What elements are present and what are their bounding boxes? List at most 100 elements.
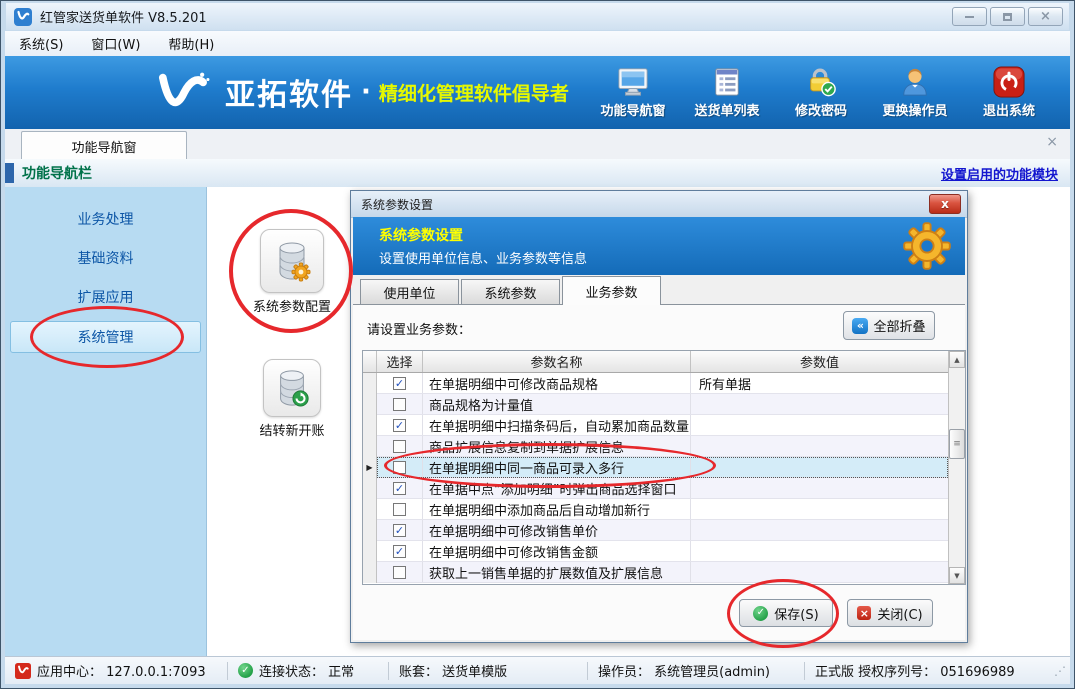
close-button[interactable]: × — [1028, 7, 1063, 26]
param-name: 在单据明细中同一商品可录入多行 — [423, 457, 691, 477]
check-icon: ✓ — [753, 606, 768, 621]
sidebar-item-extension[interactable]: 扩展应用 — [11, 282, 200, 312]
toolbar-exit-system[interactable]: 退出系统 — [962, 64, 1056, 119]
gear-icon — [903, 222, 951, 270]
shortcut-system-params[interactable]: 系统参数配置 — [237, 229, 347, 315]
menu-help[interactable]: 帮助(H) — [154, 34, 228, 53]
row-pointer-icon: ▶ — [363, 457, 377, 478]
toolbar-nav-window[interactable]: 功能导航窗 — [586, 64, 680, 119]
tab-company-info[interactable]: 使用单位 — [360, 279, 459, 305]
database-gear-icon — [272, 239, 312, 283]
collapse-icon: « — [852, 318, 868, 334]
maximize-button[interactable] — [990, 7, 1025, 26]
app-logo-icon — [14, 8, 32, 26]
param-value — [691, 394, 948, 414]
checkbox-checked[interactable]: ✓ — [393, 482, 406, 495]
param-value — [691, 562, 948, 582]
menu-bar: 系统(S) 窗口(W) 帮助(H) — [5, 31, 1070, 57]
status-connection: ✓ 连接状态： 正常 — [228, 662, 389, 680]
status-app-center: 应用中心： 127.0.0.1:7093 — [5, 662, 228, 680]
checkbox-unchecked[interactable] — [393, 503, 406, 516]
minimize-button[interactable] — [952, 7, 987, 26]
param-value — [691, 541, 948, 561]
checkbox-unchecked[interactable] — [393, 398, 406, 411]
dialog-tabs: 使用单位 系统参数 业务参数 — [360, 277, 663, 305]
dialog-title: 系统参数设置 — [361, 196, 433, 213]
params-table: 选择 参数名称 参数值 ✓在单据明细中可修改商品规格所有单据商品规格为计量值✓在… — [362, 350, 966, 585]
resize-grip-icon[interactable]: ⋰ — [1054, 664, 1066, 678]
row-selector-cell — [363, 394, 377, 415]
shortcut-carry-forward[interactable]: 结转新开账 — [237, 359, 347, 439]
param-row[interactable]: ✓在单据明细中扫描条码后，自动累加商品数量 — [363, 415, 948, 436]
power-icon — [993, 64, 1025, 98]
checkbox-unchecked[interactable] — [393, 461, 406, 474]
col-header-select: 选择 — [377, 351, 423, 372]
row-selector-cell — [363, 478, 377, 499]
operator-icon — [900, 64, 930, 98]
sidebar-item-system-management[interactable]: 系统管理 — [10, 321, 201, 353]
banner-title: 系统参数设置 — [379, 225, 463, 245]
app-center-icon — [15, 663, 31, 679]
row-selector-cell — [363, 562, 377, 583]
param-name: 在单据中点“添加明细”时弹出商品选择窗口 — [423, 478, 691, 498]
checkbox-checked[interactable]: ✓ — [393, 545, 406, 558]
checkbox-checked[interactable]: ✓ — [393, 524, 406, 537]
list-icon — [712, 64, 742, 98]
param-row[interactable]: ✓在单据明细中可修改商品规格所有单据 — [363, 373, 948, 394]
row-selector-cell — [363, 415, 377, 436]
checkbox-checked[interactable]: ✓ — [393, 377, 406, 390]
banner-subtitle: 设置使用单位信息、业务参数等信息 — [379, 248, 587, 267]
scrollbar-thumb[interactable]: ≡ — [949, 429, 965, 459]
param-row[interactable]: 获取上一销售单据的扩展数值及扩展信息 — [363, 562, 948, 583]
grip-icon: ≡ — [953, 439, 961, 449]
row-selector-cell — [363, 436, 377, 457]
close-x-icon: × — [857, 606, 871, 620]
dialog-banner: 系统参数设置 设置使用单位信息、业务参数等信息 — [353, 217, 965, 275]
tabstrip-close-icon[interactable]: × — [1046, 135, 1058, 149]
param-row[interactable]: ✓在单据明细中可修改销售单价 — [363, 520, 948, 541]
dialog-titlebar: 系统参数设置 x — [351, 191, 967, 218]
menu-window[interactable]: 窗口(W) — [77, 34, 154, 53]
save-button[interactable]: ✓ 保存(S) — [739, 599, 833, 627]
module-settings-link[interactable]: 设置启用的功能模块 — [941, 164, 1058, 183]
nav-title: 功能导航栏 — [22, 163, 92, 183]
param-row[interactable]: ✓ 在单据明细中可修改销售金额 — [363, 541, 948, 562]
tab-nav-window[interactable]: 功能导航窗 — [21, 131, 187, 160]
status-account: 账套： 送货单模版 — [389, 662, 588, 680]
row-selector-cell — [363, 373, 377, 394]
app-window: 红管家送货单软件 V8.5.201 × 系统(S) 窗口(W) 帮助(H) 亚拓… — [0, 0, 1075, 689]
business-params-page: 请设置业务参数： « 全部折叠 选择 参数名称 参数值 ✓在单据明细中可修改商品… — [353, 304, 965, 640]
dialog-close-button[interactable]: x — [929, 194, 961, 214]
sidebar-item-business[interactable]: 业务处理 — [11, 204, 200, 234]
sidebar-item-basedata[interactable]: 基础资料 — [11, 243, 200, 273]
checkbox-unchecked[interactable] — [393, 566, 406, 579]
param-name: 在单据明细中可修改销售金额 — [423, 541, 691, 561]
document-tabstrip: 功能导航窗 × — [5, 129, 1070, 160]
toolbar-switch-operator[interactable]: 更换操作员 — [868, 64, 962, 119]
checkbox-unchecked[interactable] — [393, 440, 406, 453]
collapse-all-button[interactable]: « 全部折叠 — [843, 311, 935, 340]
vertical-scrollbar[interactable]: ▲ ≡ ▼ — [948, 351, 965, 584]
param-row[interactable]: 在单据明细中添加商品后自动增加新行 — [363, 499, 948, 520]
col-header-value: 参数值 — [691, 351, 948, 372]
connection-ok-icon: ✓ — [238, 663, 253, 678]
param-row[interactable]: ✓ 在单据中点“添加明细”时弹出商品选择窗口 — [363, 478, 948, 499]
params-table-header: 选择 参数名称 参数值 — [363, 351, 948, 373]
scroll-up-button[interactable]: ▲ — [949, 351, 965, 368]
param-row[interactable]: ▶ 在单据明细中同一商品可录入多行 — [363, 457, 948, 478]
nav-title-block — [5, 163, 14, 183]
toolbar-change-password[interactable]: 修改密码 — [774, 64, 868, 119]
row-selector-cell — [363, 499, 377, 520]
close-dialog-button[interactable]: × 关闭(C) — [847, 599, 933, 627]
param-name: 获取上一销售单据的扩展数值及扩展信息 — [423, 562, 691, 582]
param-row[interactable]: 商品规格为计量值 — [363, 394, 948, 415]
scroll-down-button[interactable]: ▼ — [949, 567, 965, 584]
param-value — [691, 436, 948, 456]
menu-system[interactable]: 系统(S) — [5, 34, 77, 53]
param-value — [691, 499, 948, 519]
toolbar-delivery-list[interactable]: 送货单列表 — [680, 64, 774, 119]
tab-system-params[interactable]: 系统参数 — [461, 279, 560, 305]
param-row[interactable]: 商品扩展信息复制到单据扩展信息 — [363, 436, 948, 457]
checkbox-checked[interactable]: ✓ — [393, 419, 406, 432]
tab-business-params[interactable]: 业务参数 — [562, 276, 661, 305]
